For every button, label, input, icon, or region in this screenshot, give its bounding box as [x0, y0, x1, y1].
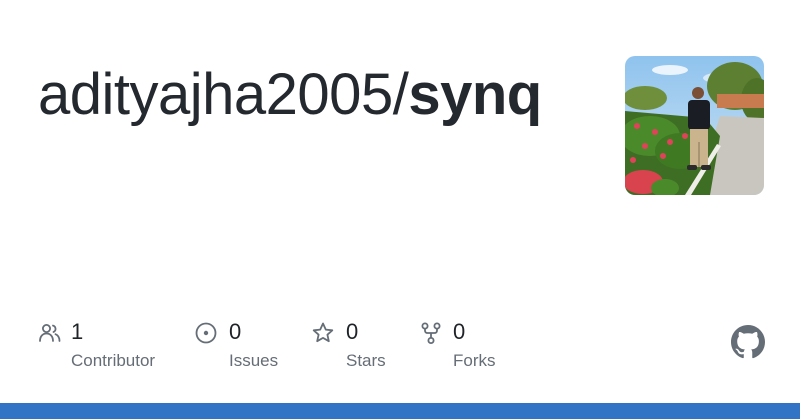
issue-icon	[195, 322, 217, 344]
people-icon	[39, 324, 61, 342]
github-logo-icon[interactable]	[731, 325, 765, 359]
fork-icon	[421, 322, 441, 344]
forks-label: Forks	[453, 351, 496, 370]
avatar-photo	[625, 56, 764, 195]
repo-title[interactable]: adityajha2005/synq	[38, 58, 542, 132]
stars-count: 0	[346, 319, 359, 344]
stars-label: Stars	[346, 351, 386, 370]
contributors-count: 1	[71, 319, 84, 344]
owner-avatar[interactable]	[625, 56, 764, 195]
bottom-accent-bar	[0, 403, 800, 419]
star-icon	[312, 322, 334, 343]
repo-owner[interactable]: adityajha2005/	[38, 62, 409, 127]
issues-count: 0	[229, 319, 242, 344]
contributors-label: Contributor	[71, 351, 156, 370]
forks-count: 0	[453, 319, 466, 344]
repo-name[interactable]: synq	[408, 62, 542, 127]
issues-label: Issues	[229, 351, 279, 370]
